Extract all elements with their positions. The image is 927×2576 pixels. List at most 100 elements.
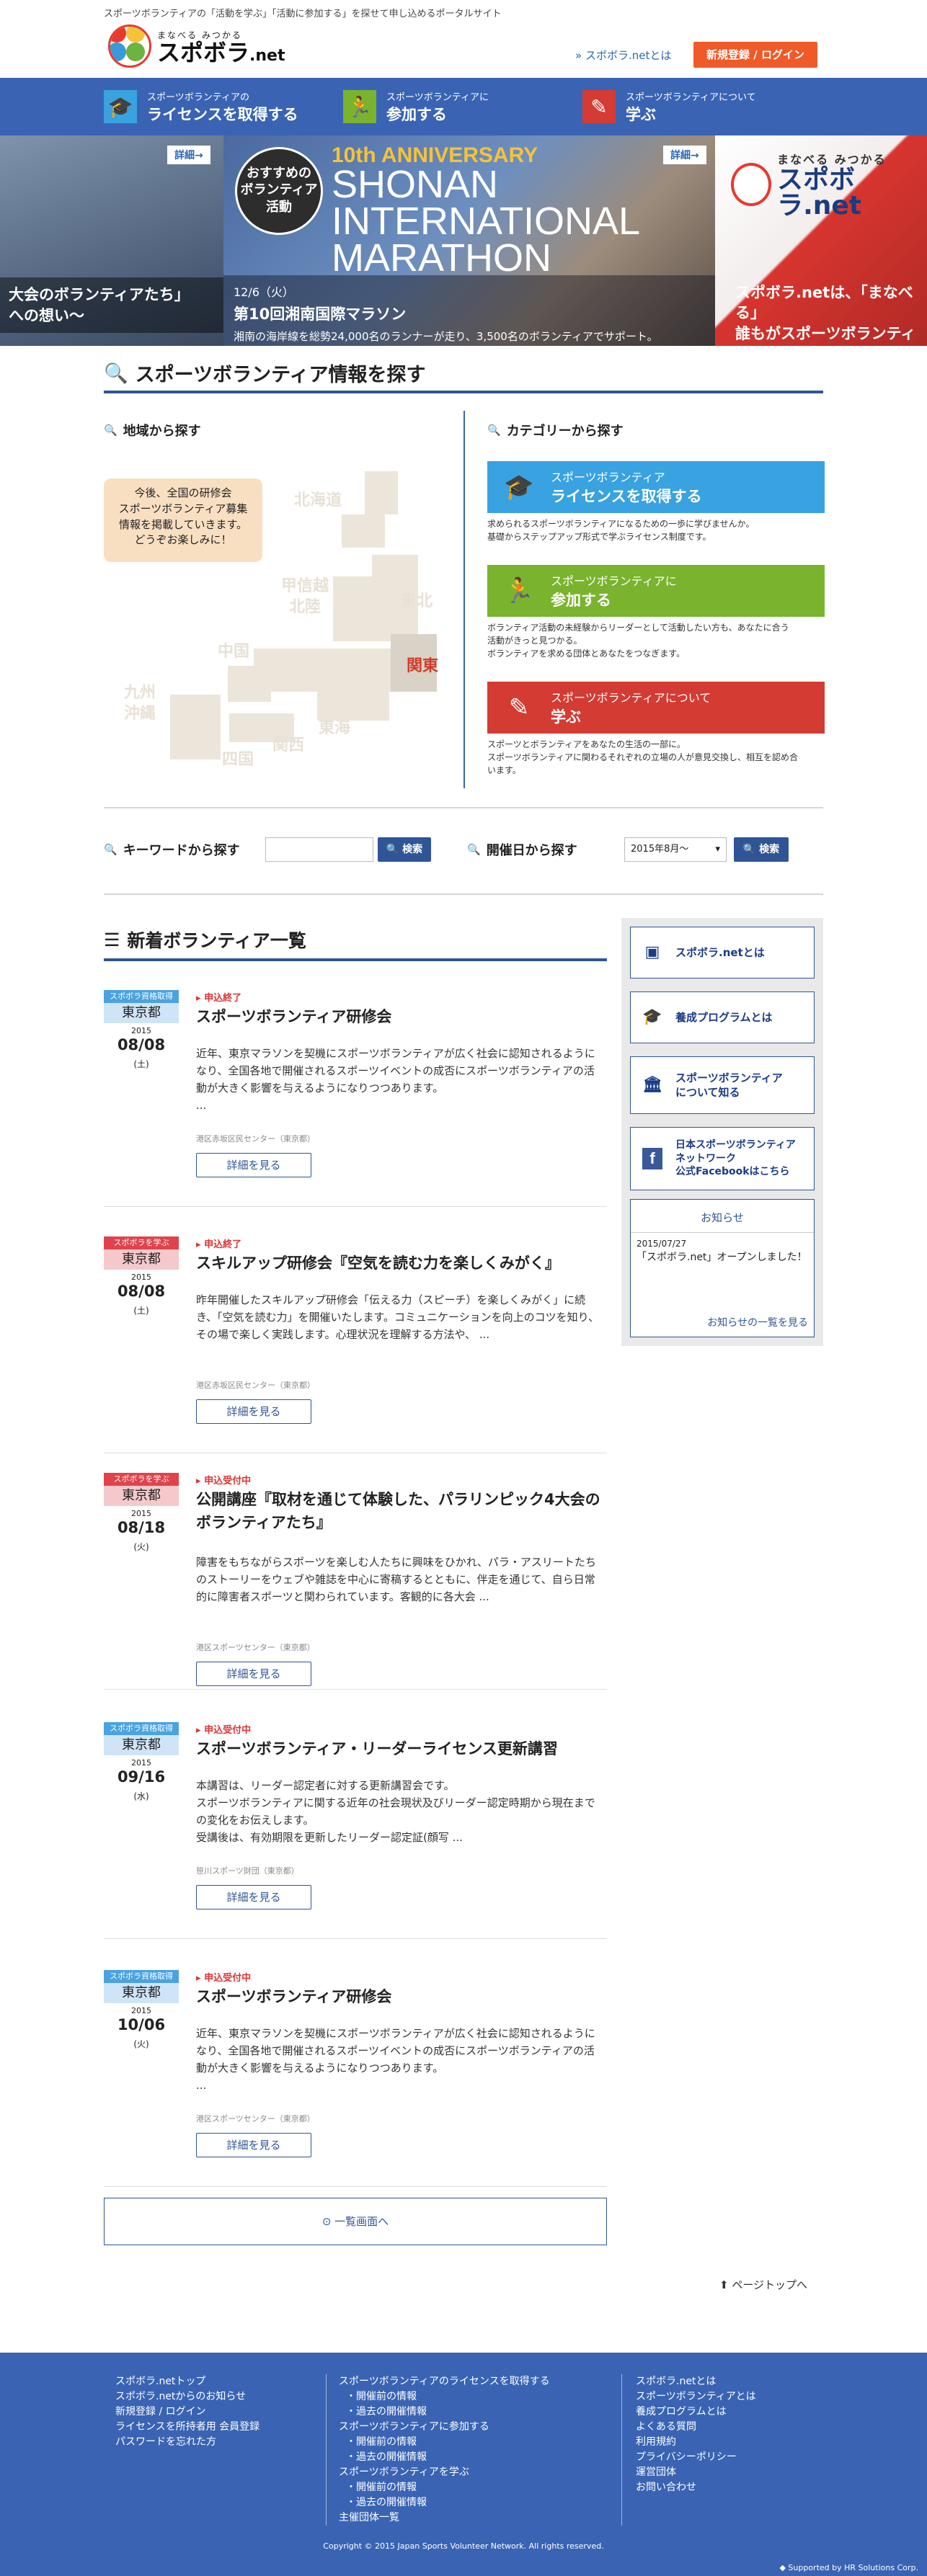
event-description: 昨年開催したスキルアップ研修会「伝える力（スピーチ）を楽しくみがく」に続き、「空… [196,1293,600,1341]
marathon-line-4: MARATHON [332,236,551,280]
search-section-title: 🔍 スポーツボランティア情報を探す [104,359,425,387]
region-search-title: 🔍 地域から探す [104,421,201,440]
footer-link[interactable]: よくある質問 [636,2420,756,2435]
date-select-value: 2015年8月〜 [631,844,689,855]
search-icon: 🔍 [104,843,117,856]
back-to-list-button[interactable]: ⊙ 一覧画面へ [104,2198,607,2245]
detail-button[interactable]: 詳細を見る [196,1662,311,1686]
event-title[interactable]: スポーツボランティア・リーダーライセンス更新講習 [196,1738,607,1761]
region-kansai[interactable]: 関西 [272,732,304,755]
nav-participate-line1: スポーツボランティアに [386,92,489,103]
nav-learn-line1: スポーツボランティアについて [626,92,756,103]
search-icon: 🔍 [386,844,399,855]
event-description: 近年、東京マラソンを契機にスポーツボランティアが広く社会に認知されるようになり、… [196,2027,595,2092]
event-venue: 港区スポーツセンター（東京都） [196,2114,315,2123]
land-honshu-west [254,649,391,692]
footer-link[interactable]: 利用規約 [636,2435,756,2450]
event-title[interactable]: スキルアップ研修会『空気を読む力を楽しくみがく』 [196,1252,607,1275]
detail-button[interactable]: 詳細を見る [196,1153,311,1177]
hero-subtitle: 湘南の海岸線を総勢24,000名のランナーが走り、3,500名のボランティアでサ… [234,330,658,343]
category-license-button[interactable]: 🎓 スポーツボランティア ライセンスを取得する [487,461,825,513]
footer-link[interactable]: 主催団体一覧 [339,2510,550,2526]
hero-next-logo-name: スポボラ.net [777,165,861,220]
region-tohoku[interactable]: 東北 [401,588,433,611]
hero-slide-prev[interactable]: 詳細→ 大会のボランティアたち」 への想い～ [0,135,223,346]
footer-link[interactable]: ・開催前の情報 [339,2480,550,2495]
volunteer-card: スポボラ資格取得 東京都 2015 10/06 (火) ▸ 申込受付中 スポーツボランティア… [104,1970,607,2208]
event-title[interactable]: スポーツボランティア研修会 [196,1986,607,2009]
news-box: お知らせ 2015/07/27 「スポボラ.net」オープンしました！ お知らせ… [630,1199,815,1337]
sidebar-facebook-button[interactable]: f 日本スポーツボランティア ネットワーク 公式Facebookはこちら [630,1127,815,1190]
register-login-button[interactable]: 新規登録 / ログイン [693,42,817,68]
footer-link[interactable]: ・過去の開催情報 [339,2405,550,2420]
sidebar-facebook-text: 日本スポーツボランティア ネットワーク 公式Facebookはこちら [675,1138,796,1178]
region-hokkaido[interactable]: 北海道 [294,487,342,510]
keyword-search-button[interactable]: 🔍 検索 [378,837,431,862]
footer-link[interactable]: ・過去の開催情報 [339,2450,550,2465]
footer-link[interactable]: ライセンスを所持者用 会員登録 [115,2420,260,2435]
about-link[interactable]: » スポボラ.netとは [575,48,671,63]
nav-license[interactable]: 🎓 スポーツボランティアの ライセンスを取得する [104,86,298,127]
footer-link[interactable]: 新規登録 / ログイン [115,2405,260,2420]
footer-link[interactable]: ・開催前の情報 [339,2389,550,2405]
footer-link[interactable]: スポーツボランティアを学ぶ [339,2465,550,2480]
footer-link[interactable]: ・過去の開催情報 [339,2495,550,2510]
hero-detail[interactable]: 詳細→ [663,146,706,164]
region-tokai[interactable]: 東海 [319,715,350,738]
detail-button[interactable]: 詳細を見る [196,1399,311,1424]
logo-suffix: .net [249,46,285,65]
sidebar-learn-button[interactable]: 🏛 スポーツボランティア について知る [630,1056,815,1114]
region-koshinetsu-hokuriku[interactable]: 甲信越 北陸 [281,576,329,618]
nav-learn[interactable]: ✎ スポーツボランティアについて 学ぶ [582,86,756,127]
date-weekday: (火) [133,2039,149,2049]
event-venue: 港区赤坂区民センター（東京都） [196,1381,315,1390]
region-chugoku[interactable]: 中国 [218,638,249,661]
footer-link[interactable]: スポボラ.netトップ [115,2374,260,2389]
volunteer-card: スポボラ資格取得 東京都 2015 08/08 (土) ▸ 申込終了 スポーツボランティア研… [104,990,607,1228]
category-participate-button[interactable]: 🏃 スポーツボランティアに 参加する [487,565,825,617]
sidebar-learn-text: スポーツボランティア について知る [675,1071,783,1099]
footer-link[interactable]: スポボラ.netとは [636,2374,756,2389]
application-status: ▸ 申込終了 [196,993,242,1004]
keyword-input[interactable] [265,837,373,862]
footer-link[interactable]: ・開催前の情報 [339,2435,550,2450]
recommended-badge: おすすめの ボランティア 活動 [235,147,323,235]
region-shikoku[interactable]: 四国 [222,746,254,770]
news-item-link[interactable]: 「スポボラ.net」オープンしました！ [631,1249,814,1267]
category-badge: スポボラ資格取得 [104,990,179,1003]
hero-slide-current[interactable]: 詳細→ おすすめの ボランティア 活動 10th ANNIVERSARY SHO… [223,135,715,346]
news-more-link[interactable]: お知らせの一覧を見る [707,1315,808,1329]
region-kanto[interactable]: 関東 [407,653,438,676]
category-learn-button[interactable]: ✎ スポーツボランティアについて 学ぶ [487,682,825,734]
marathon-line-3: INTERNATIONAL [332,199,641,243]
footer-link[interactable]: パスワードを忘れた方 [115,2435,260,2450]
nav-participate[interactable]: 🏃 スポーツボランティアに 参加する [343,86,489,127]
application-status: ▸ 申込受付中 [196,1725,252,1736]
hero-prev-detail[interactable]: 詳細→ [167,146,210,164]
region-kyushu-okinawa[interactable]: 九州 沖縄 [124,683,156,724]
status-text: 申込受付中 [204,1476,252,1487]
event-venue: 港区スポーツセンター（東京都） [196,1643,315,1652]
page-top-link[interactable]: ⬆ ページトップへ [719,2277,807,2292]
site-logo[interactable]: まなべる みつかる スポボラ.net [108,24,285,68]
date-select[interactable]: 2015年8月〜 ▾ [624,837,727,862]
date-search-button[interactable]: 🔍 検索 [734,837,789,862]
event-title[interactable]: スポーツボランティア研修会 [196,1006,607,1029]
sidebar-about-button[interactable]: ▣ スポボラ.netとは [630,927,815,979]
event-title[interactable]: 公開講座『取材を通じて体験した、パラリンピック4大会の ボランティアたち』 [196,1489,607,1534]
footer-link[interactable]: スポボラ.netからのお知らせ [115,2389,260,2405]
date-month-day: 10/06 [117,2016,166,2033]
logo-name: スポボラ [157,38,250,66]
footer-link[interactable]: 運営団体 [636,2465,756,2480]
footer-link[interactable]: スポーツボランティアのライセンスを取得する [339,2374,550,2389]
footer-link[interactable]: スポーツボランティアに参加する [339,2420,550,2435]
hero-slide-next[interactable]: まなべる みつかる スポボラ.net スポボラ.netは、「まなべる」 誰もがスポ… [715,135,927,346]
sidebar-program-button[interactable]: 🎓 養成プログラムとは [630,991,815,1043]
footer-link[interactable]: プライバシーポリシー [636,2450,756,2465]
search-icon: 🔍 [742,844,756,855]
detail-button[interactable]: 詳細を見る [196,1885,311,1909]
footer-link[interactable]: 養成プログラムとは [636,2405,756,2420]
footer-link[interactable]: お問い合わせ [636,2480,756,2495]
footer-link[interactable]: スポーツボランティアとは [636,2389,756,2405]
detail-button[interactable]: 詳細を見る [196,2133,311,2157]
